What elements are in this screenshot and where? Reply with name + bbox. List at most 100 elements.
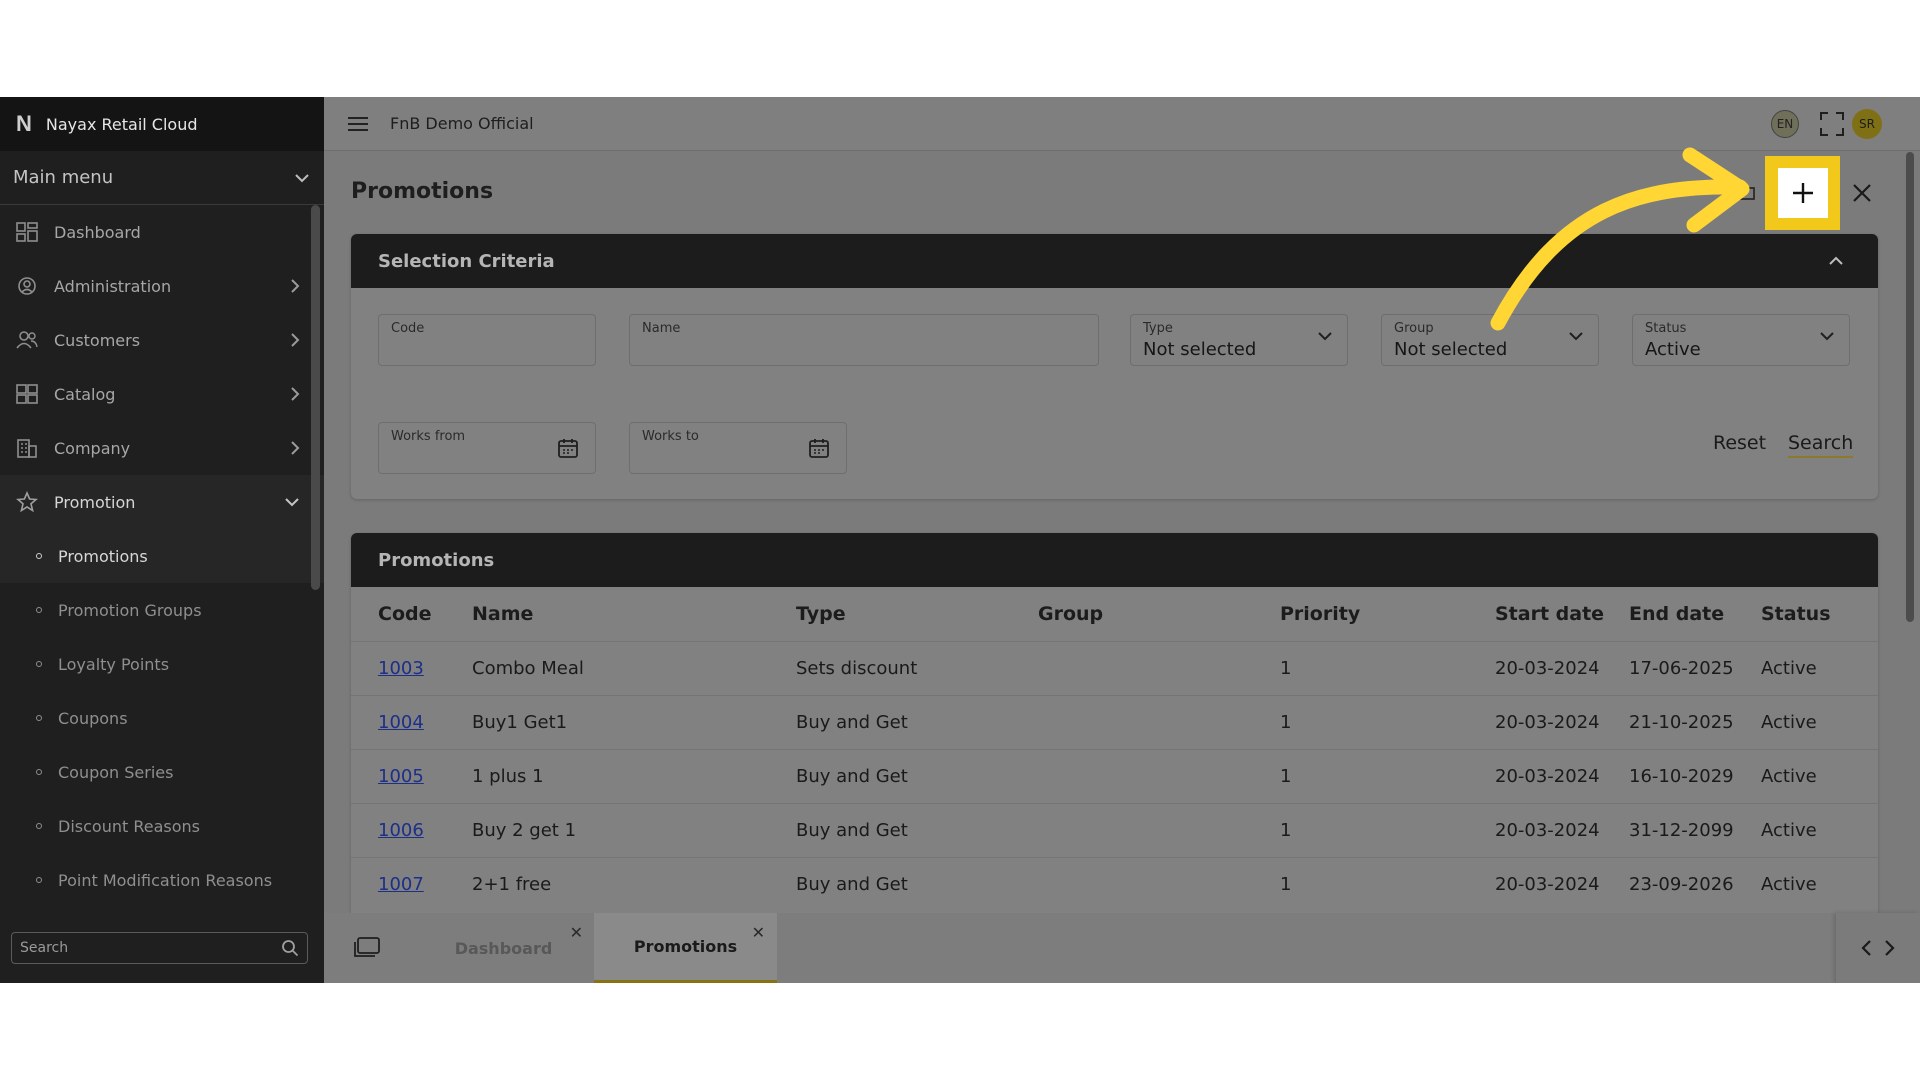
table-row[interactable]: 1006 Buy 2 get 1 Buy and Get 1 20-03-2024 31-… (351, 802, 1878, 857)
table-cell: 31-12-2099 (1629, 802, 1761, 857)
works-from-field[interactable]: Works from (378, 422, 596, 474)
bottom-tab-bar: Dashboard ✕ Promotions ✕ (324, 913, 1920, 983)
selection-criteria-title: Selection Criteria (378, 250, 555, 272)
table-cell: 1 (1253, 640, 1495, 695)
selection-criteria-card: Selection Criteria Code Name Type Not se… (351, 234, 1878, 499)
company-name: FnB Demo Official (390, 114, 534, 133)
sidebar-item-company[interactable]: Company (0, 421, 324, 475)
chevron-left-icon[interactable] (1860, 939, 1872, 957)
bullet-icon (36, 607, 42, 613)
column-header[interactable]: Group (1011, 587, 1253, 641)
sidebar-subitem-point-modification-reasons[interactable]: Point Modification Reasons (0, 853, 324, 907)
content-scrollbar[interactable] (1906, 152, 1914, 622)
group-select[interactable]: Group Not selected (1381, 314, 1599, 366)
table-cell (1011, 694, 1253, 749)
main-menu-toggle[interactable]: Main menu (0, 151, 324, 205)
app-window: N Nayax Retail Cloud Main menu Dashboard… (0, 97, 1920, 983)
table-cell: Combo Meal (445, 640, 769, 695)
table-cell: 1 (1253, 802, 1495, 857)
column-header[interactable]: End date (1629, 587, 1761, 641)
table-cell: 20-03-2024 (1495, 802, 1629, 857)
promotion-code-link[interactable]: 1005 (351, 748, 445, 803)
promotion-code-link[interactable]: 1006 (351, 802, 445, 857)
chevron-down-icon (1318, 332, 1332, 341)
type-label: Type (1143, 321, 1173, 336)
table-row[interactable]: 1007 2+1 free Buy and Get 1 20-03-2024 23-09-… (351, 856, 1878, 911)
export-icon[interactable] (1737, 183, 1757, 203)
type-select[interactable]: Type Not selected (1130, 314, 1348, 366)
sidebar-item-catalog[interactable]: Catalog (0, 367, 324, 421)
column-header[interactable]: Name (445, 587, 769, 641)
sidebar-item-label: Administration (54, 276, 172, 296)
table-cell: 16-10-2029 (1629, 748, 1761, 803)
table-cell: 20-03-2024 (1495, 748, 1629, 803)
add-promotion-button[interactable] (1765, 156, 1840, 230)
tab-promotions[interactable]: Promotions ✕ (594, 913, 777, 983)
chevron-down-icon (1820, 332, 1834, 341)
name-label: Name (642, 321, 681, 336)
tab-label: Dashboard (454, 938, 553, 958)
column-header[interactable]: Priority (1253, 587, 1495, 641)
name-field[interactable]: Name (629, 314, 1099, 366)
column-header[interactable]: Start date (1495, 587, 1629, 641)
sidebar-subitem-coupon-series[interactable]: Coupon Series (0, 745, 324, 799)
works-to-field[interactable]: Works to (629, 422, 847, 474)
chevron-up-icon[interactable] (1828, 256, 1844, 266)
column-header[interactable]: Type (769, 587, 1011, 641)
brand-header: N Nayax Retail Cloud (0, 97, 324, 151)
promotion-code-link[interactable]: 1007 (351, 856, 445, 911)
sidebar-subitem-coupons[interactable]: Coupons (0, 691, 324, 745)
sidebar: N Nayax Retail Cloud Main menu Dashboard… (0, 97, 324, 983)
sidebar-item-label: Catalog (54, 384, 116, 404)
table-row[interactable]: 1003 Combo Meal Sets discount 1 20-03-2024 17… (351, 640, 1878, 695)
table-cell (1011, 640, 1253, 695)
promotions-table-card: Promotions Code Name Type Group Priority… (351, 533, 1878, 933)
gear-user-icon (16, 275, 38, 297)
code-field[interactable]: Code (378, 314, 596, 366)
table-cell: 2+1 free (445, 856, 769, 911)
sidebar-item-customers[interactable]: Customers (0, 313, 324, 367)
close-icon[interactable] (1851, 182, 1873, 204)
building-icon (16, 437, 38, 459)
table-cell: Sets discount (769, 640, 1011, 695)
bullet-icon (36, 661, 42, 667)
sidebar-subitem-promotion-groups[interactable]: Promotion Groups (0, 583, 324, 637)
selection-criteria-header[interactable]: Selection Criteria (351, 234, 1878, 288)
table-cell: 20-03-2024 (1495, 694, 1629, 749)
sidebar-item-administration[interactable]: Administration (0, 259, 324, 313)
search-button[interactable]: Search (1788, 432, 1854, 458)
chevron-right-icon[interactable] (1884, 939, 1896, 957)
sidebar-item-promotion[interactable]: Promotion (0, 475, 324, 529)
tab-dashboard[interactable]: Dashboard ✕ (412, 913, 595, 983)
users-icon (16, 329, 38, 351)
table-row[interactable]: 1005 1 plus 1 Buy and Get 1 20-03-2024 16-10-… (351, 748, 1878, 803)
sidebar-subitem-label: Coupons (58, 708, 128, 728)
sidebar-item-dashboard[interactable]: Dashboard (0, 205, 324, 259)
sidebar-subitem-promotions[interactable]: Promotions (0, 529, 324, 583)
sidebar-subitem-loyalty-points[interactable]: Loyalty Points (0, 637, 324, 691)
user-avatar[interactable]: SR (1852, 109, 1882, 139)
sidebar-subitem-discount-reasons[interactable]: Discount Reasons (0, 799, 324, 853)
sidebar-search-input[interactable]: Search (11, 932, 308, 964)
windows-icon[interactable] (354, 937, 380, 957)
column-header[interactable]: Code (351, 587, 445, 641)
calendar-icon[interactable] (557, 437, 579, 459)
table-cell: Buy and Get (769, 802, 1011, 857)
chevron-down-icon (295, 173, 309, 182)
language-switcher[interactable]: EN (1771, 110, 1799, 138)
promotion-code-link[interactable]: 1003 (351, 640, 445, 695)
fullscreen-icon[interactable] (1819, 111, 1845, 137)
hamburger-menu-icon[interactable] (348, 116, 368, 131)
promotion-code-link[interactable]: 1004 (351, 694, 445, 749)
close-icon[interactable]: ✕ (752, 923, 765, 942)
sidebar-scrollbar[interactable] (311, 205, 320, 590)
chevron-right-icon (291, 279, 300, 293)
reset-button[interactable]: Reset (1713, 432, 1766, 454)
type-value: Not selected (1143, 339, 1257, 360)
status-select[interactable]: Status Active (1632, 314, 1850, 366)
close-icon[interactable]: ✕ (570, 923, 583, 942)
calendar-icon[interactable] (808, 437, 830, 459)
table-cell (1011, 802, 1253, 857)
table-row[interactable]: 1004 Buy1 Get1 Buy and Get 1 20-03-2024 21-10… (351, 694, 1878, 749)
column-header[interactable]: Status (1761, 587, 1878, 641)
